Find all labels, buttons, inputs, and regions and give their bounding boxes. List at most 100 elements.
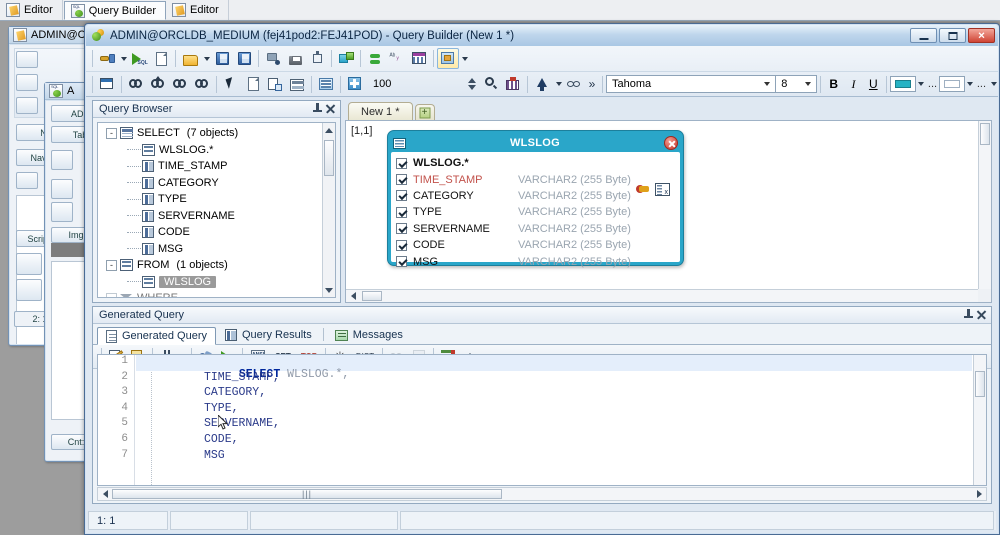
sql-horizontal-scrollbar[interactable]: ||| <box>97 487 987 501</box>
field-checkbox[interactable] <box>396 174 407 186</box>
tab-generated-query[interactable]: Generated Query <box>97 327 216 345</box>
scroll-left-button[interactable] <box>347 291 359 301</box>
sql-editor[interactable]: 1 2 3 4 5 6 7 SELECT WLSLOG.*, TIME_STAM… <box>97 354 987 486</box>
field-checkbox[interactable] <box>396 157 407 169</box>
join-inner-button[interactable] <box>125 74 147 95</box>
refresh-button[interactable] <box>364 48 386 69</box>
field-row[interactable]: CODE VARCHAR2 (255 Byte) <box>396 237 680 253</box>
highlight-button[interactable] <box>502 74 524 95</box>
zoom-input[interactable]: 100 <box>368 75 478 93</box>
bg2-code-button[interactable] <box>51 179 73 199</box>
field-checkbox[interactable] <box>396 256 407 268</box>
code-content[interactable]: SELECT WLSLOG.*, TIME_STAMP, CATEGORY, T… <box>136 355 972 485</box>
join-full-button[interactable] <box>147 74 169 95</box>
code-line[interactable]: SELECT WLSLOG.*, <box>136 355 972 381</box>
print-button[interactable] <box>284 48 306 69</box>
tree-node-type[interactable]: TYPE <box>98 191 322 208</box>
add-object-button[interactable] <box>335 48 357 69</box>
tab-new-1[interactable]: New 1 * <box>348 102 413 121</box>
italic-button[interactable]: I <box>844 74 864 94</box>
scrollbar-thumb[interactable]: ||| <box>112 489 502 499</box>
code-line[interactable]: TIME_STAMP, <box>136 371 972 387</box>
tree-node-msg[interactable]: MSG <box>98 241 322 258</box>
bg2-edit-button[interactable] <box>51 202 73 222</box>
bg-users-button[interactable] <box>16 279 42 301</box>
tab-query-results[interactable]: Query Results <box>216 326 321 344</box>
open-file-button[interactable] <box>179 48 201 69</box>
text-color-button[interactable] <box>939 76 965 92</box>
toggle-panel-button[interactable] <box>96 74 118 95</box>
scrollbar-thumb[interactable] <box>980 123 990 145</box>
new-table-button[interactable] <box>242 74 264 95</box>
font-name-select[interactable]: Tahoma <box>606 75 777 93</box>
join-right-button[interactable] <box>191 74 213 95</box>
tree-node-wlslog-star[interactable]: WLSLOG.* <box>98 142 322 159</box>
expander-icon[interactable]: - <box>106 292 117 297</box>
query-browser-tree[interactable]: - SELECT (7 objects) WLSLOG.* TIME_STAMP <box>97 122 336 298</box>
code-line[interactable]: TYPE, <box>136 402 972 418</box>
scrollbar-thumb[interactable] <box>975 371 985 397</box>
close-icon[interactable] <box>664 136 678 150</box>
scroll-right-button[interactable] <box>973 488 985 500</box>
link-button[interactable] <box>563 74 585 95</box>
bg2-filter-button[interactable] <box>51 150 73 170</box>
scrollbar-thumb[interactable] <box>362 291 382 301</box>
field-row[interactable]: TYPE VARCHAR2 (255 Byte) <box>396 204 680 220</box>
field-checkbox[interactable] <box>396 223 407 235</box>
options-button[interactable] <box>437 48 459 69</box>
tree-node-category[interactable]: CATEGORY <box>98 175 322 192</box>
zoom-spinner[interactable] <box>468 78 476 90</box>
overflow-button[interactable]: » <box>585 74 599 95</box>
execute-sql-button[interactable]: SQL <box>128 48 150 69</box>
highlight-more-label[interactable]: ... <box>926 78 939 90</box>
tab-messages[interactable]: Messages <box>326 326 412 344</box>
open-file-dropdown-caret[interactable] <box>201 48 211 69</box>
field-checkbox[interactable] <box>396 190 407 202</box>
scroll-left-button[interactable] <box>99 488 111 500</box>
bg-refresh-button[interactable] <box>16 172 38 189</box>
code-line[interactable]: MSG <box>136 449 972 465</box>
save-button[interactable] <box>211 48 233 69</box>
field-checkbox[interactable] <box>396 206 407 218</box>
add-tab-button[interactable] <box>414 104 435 121</box>
pin-icon[interactable] <box>311 102 324 116</box>
highlight-color-caret[interactable] <box>916 74 926 95</box>
bg-run-script-button[interactable] <box>16 97 38 114</box>
grid-view-button[interactable] <box>286 74 308 95</box>
pin-icon[interactable] <box>962 308 975 322</box>
field-checkbox[interactable] <box>396 239 407 251</box>
desktop-tab-editor-2[interactable]: Editor <box>166 0 229 20</box>
zoom-fit-button[interactable] <box>344 74 366 95</box>
font-size-select[interactable]: 8 <box>775 75 817 93</box>
new-file-button[interactable] <box>150 48 172 69</box>
title-bar[interactable]: ADMIN@ORCLDB_MEDIUM (fej41pod2:FEJ41POD)… <box>86 25 998 46</box>
close-icon[interactable] <box>975 308 988 322</box>
promote-dropdown-caret[interactable] <box>553 74 563 95</box>
zoom-search-button[interactable] <box>480 74 502 95</box>
desktop-tab-editor-1[interactable]: Editor <box>0 0 63 20</box>
canvas-vertical-scrollbar[interactable] <box>978 121 991 289</box>
field-row[interactable]: WLSLOG.* <box>396 155 680 171</box>
table-node-wlslog[interactable]: WLSLOG WLSLOG.* TIME_STAMP VARCHAR2 (255… <box>387 130 684 268</box>
scroll-down-button[interactable] <box>323 283 335 297</box>
field-row[interactable]: SERVERNAME VARCHAR2 (255 Byte) <box>396 221 680 237</box>
code-line[interactable]: CODE, <box>136 433 972 449</box>
tree-node-wlslog[interactable]: WLSLOG <box>98 274 322 291</box>
print-setup-button[interactable] <box>306 48 328 69</box>
save-as-button[interactable] <box>233 48 255 69</box>
tree-node-time-stamp[interactable]: TIME_STAMP <box>98 158 322 175</box>
maximize-button[interactable] <box>939 28 966 43</box>
sql-vertical-scrollbar[interactable] <box>973 355 986 485</box>
tree-node-where[interactable]: - WHERE <box>98 290 322 297</box>
connect-dropdown-button[interactable] <box>96 48 118 69</box>
bold-button[interactable]: B <box>824 74 844 94</box>
print-preview-button[interactable] <box>262 48 284 69</box>
tree-scrollbar[interactable] <box>322 123 335 297</box>
tree-node-select[interactable]: - SELECT (7 objects) <box>98 125 322 142</box>
canvas-horizontal-scrollbar[interactable] <box>346 289 978 302</box>
code-line[interactable]: SERVERNAME, <box>136 417 972 433</box>
table-node-header[interactable]: WLSLOG <box>390 133 681 153</box>
highlight-color-button[interactable] <box>890 76 916 92</box>
diagram-button[interactable] <box>315 74 337 95</box>
options-dropdown-caret[interactable] <box>459 48 469 69</box>
